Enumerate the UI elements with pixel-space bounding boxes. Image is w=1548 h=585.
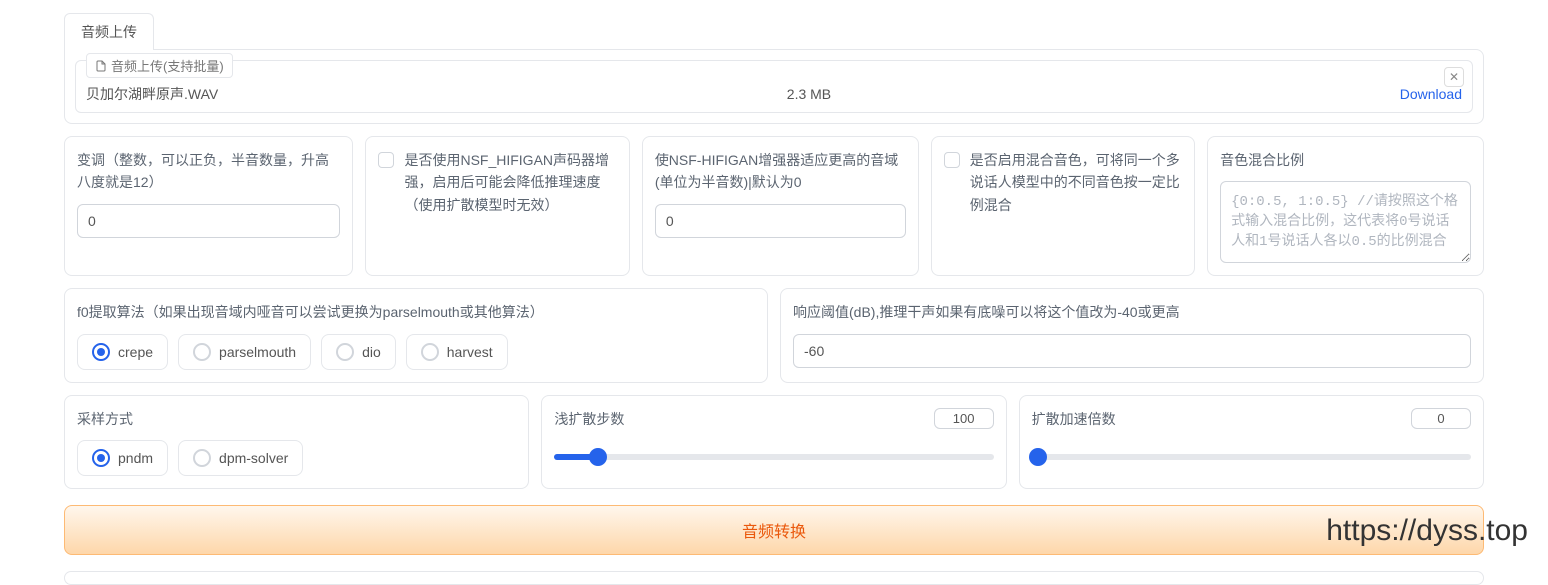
semitone-input[interactable] [655, 204, 906, 238]
shallow-slider-thumb[interactable] [589, 448, 607, 466]
radio-icon [92, 449, 110, 467]
ratio-label: 音色混合比例 [1220, 149, 1471, 171]
pitch-cell: 变调（整数，可以正负，半音数量，升高八度就是12） [64, 136, 353, 276]
shallow-slider[interactable] [554, 454, 993, 460]
clear-upload-button[interactable]: ✕ [1444, 67, 1464, 87]
upload-label-badge: 音频上传(支持批量) [86, 53, 233, 78]
f0-radio-label: harvest [447, 344, 493, 360]
convert-button[interactable]: 音频转换 [64, 505, 1484, 555]
sample-radio-pndm[interactable]: pndm [77, 440, 168, 476]
mix-cell: 是否启用混合音色，可将同一个多说话人模型中的不同音色按一定比例混合 [931, 136, 1195, 276]
pitch-input[interactable] [77, 204, 340, 238]
semitone-cell: 使NSF-HIFIGAN增强器适应更高的音域(单位为半音数)|默认为0 [642, 136, 919, 276]
mix-checkbox[interactable] [944, 152, 960, 168]
upload-panel: 音频上传(支持批量) ✕ 贝加尔湖畔原声.WAV 2.3 MB Download [64, 49, 1484, 124]
pitch-label: 变调（整数，可以正负，半音数量，升高八度就是12） [77, 149, 340, 194]
tab-audio-upload[interactable]: 音频上传 [64, 13, 154, 50]
ratio-input[interactable] [1220, 181, 1471, 263]
shallow-label: 浅扩散步数 [554, 408, 624, 430]
accel-slider[interactable] [1032, 454, 1471, 460]
ratio-cell: 音色混合比例 [1207, 136, 1484, 276]
f0-label: f0提取算法（如果出现音域内哑音可以尝试更换为parselmouth或其他算法） [77, 301, 755, 323]
uploaded-file-name: 贝加尔湖畔原声.WAV [86, 84, 218, 104]
radio-icon [193, 449, 211, 467]
semitone-label: 使NSF-HIFIGAN增强器适应更高的音域(单位为半音数)|默认为0 [655, 149, 906, 194]
shallow-cell: 浅扩散步数 100 [541, 395, 1006, 489]
nsf-label: 是否使用NSF_HIFIGAN声码器增强，启用后可能会降低推理速度（使用扩散模型… [404, 149, 616, 216]
mix-label: 是否启用混合音色，可将同一个多说话人模型中的不同音色按一定比例混合 [970, 149, 1182, 216]
f0-radio-parselmouth[interactable]: parselmouth [178, 334, 311, 370]
radio-icon [421, 343, 439, 361]
f0-radio-label: crepe [118, 344, 153, 360]
radio-icon [193, 343, 211, 361]
sample-radio-dpm-solver[interactable]: dpm-solver [178, 440, 303, 476]
nsf-cell: 是否使用NSF_HIFIGAN声码器增强，启用后可能会降低推理速度（使用扩散模型… [365, 136, 629, 276]
sample-radio-label: pndm [118, 450, 153, 466]
threshold-label: 响应阈值(dB),推理干声如果有底噪可以将这个值改为-40或更高 [793, 301, 1471, 323]
sample-label: 采样方式 [77, 408, 516, 430]
f0-radio-group: crepe parselmouth dio harvest [77, 334, 755, 370]
accel-cell: 扩散加速倍数 0 [1019, 395, 1484, 489]
nsf-checkbox[interactable] [378, 152, 394, 168]
threshold-cell: 响应阈值(dB),推理干声如果有底噪可以将这个值改为-40或更高 [780, 288, 1484, 382]
sample-radio-label: dpm-solver [219, 450, 288, 466]
radio-icon [336, 343, 354, 361]
sample-radio-group: pndm dpm-solver [77, 440, 516, 476]
accel-value-badge: 0 [1411, 408, 1471, 429]
f0-cell: f0提取算法（如果出现音域内哑音可以尝试更换为parselmouth或其他算法）… [64, 288, 768, 382]
f0-radio-harvest[interactable]: harvest [406, 334, 508, 370]
f0-radio-crepe[interactable]: crepe [77, 334, 168, 370]
threshold-input[interactable] [793, 334, 1471, 368]
sample-cell: 采样方式 pndm dpm-solver [64, 395, 529, 489]
upload-dropzone[interactable]: 音频上传(支持批量) ✕ 贝加尔湖畔原声.WAV 2.3 MB Download [75, 60, 1473, 113]
bottom-panel [64, 571, 1484, 585]
upload-label-text: 音频上传(支持批量) [111, 56, 224, 75]
f0-radio-label: parselmouth [219, 344, 296, 360]
uploaded-file-size: 2.3 MB [218, 86, 1400, 102]
radio-icon [92, 343, 110, 361]
download-link[interactable]: Download [1400, 86, 1462, 102]
accel-slider-thumb[interactable] [1029, 448, 1047, 466]
file-icon [95, 60, 107, 72]
accel-label: 扩散加速倍数 [1032, 408, 1116, 430]
f0-radio-dio[interactable]: dio [321, 334, 396, 370]
shallow-value-badge: 100 [934, 408, 994, 429]
f0-radio-label: dio [362, 344, 381, 360]
